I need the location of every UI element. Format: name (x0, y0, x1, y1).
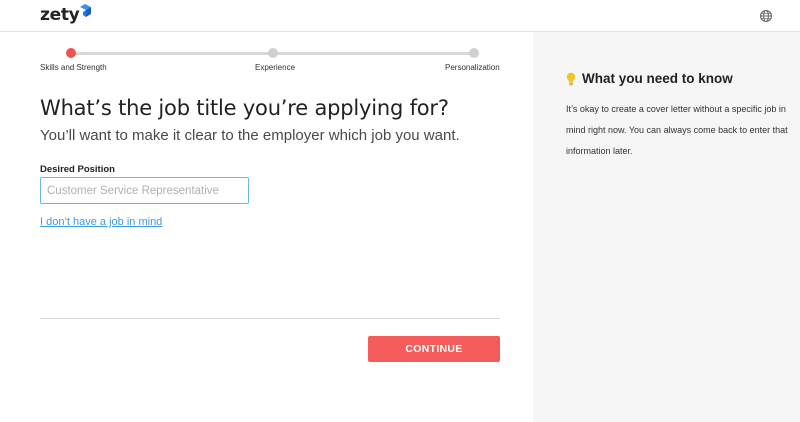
no-job-in-mind-link[interactable]: I don’t have a job in mind (40, 216, 162, 228)
continue-button[interactable]: CONTINUE (368, 336, 500, 362)
step-label-personalization: Personalization (445, 63, 500, 72)
lightbulb-icon (566, 72, 576, 86)
step-dot-personalization (469, 48, 479, 58)
top-header: zety (0, 0, 800, 32)
step-dot-skills (66, 48, 76, 58)
step-label-skills: Skills and Strength (40, 63, 107, 72)
info-sidebar (533, 32, 800, 422)
step-label-experience: Experience (255, 63, 296, 72)
zety-logo[interactable]: zety (40, 4, 92, 25)
page-subtitle: You’ll want to make it clear to the empl… (40, 127, 460, 144)
form-divider (40, 318, 500, 319)
globe-icon[interactable] (759, 9, 773, 23)
sidebar-body: It’s okay to create a cover letter witho… (566, 104, 788, 156)
logo-text: zety (40, 5, 80, 25)
cube-logo-icon (80, 4, 92, 17)
desired-position-label: Desired Position (40, 164, 115, 175)
page-title: What’s the job title you’re applying for… (40, 96, 449, 120)
desired-position-input[interactable] (40, 177, 249, 204)
step-dot-experience (268, 48, 278, 58)
sidebar-title: What you need to know (582, 71, 733, 86)
